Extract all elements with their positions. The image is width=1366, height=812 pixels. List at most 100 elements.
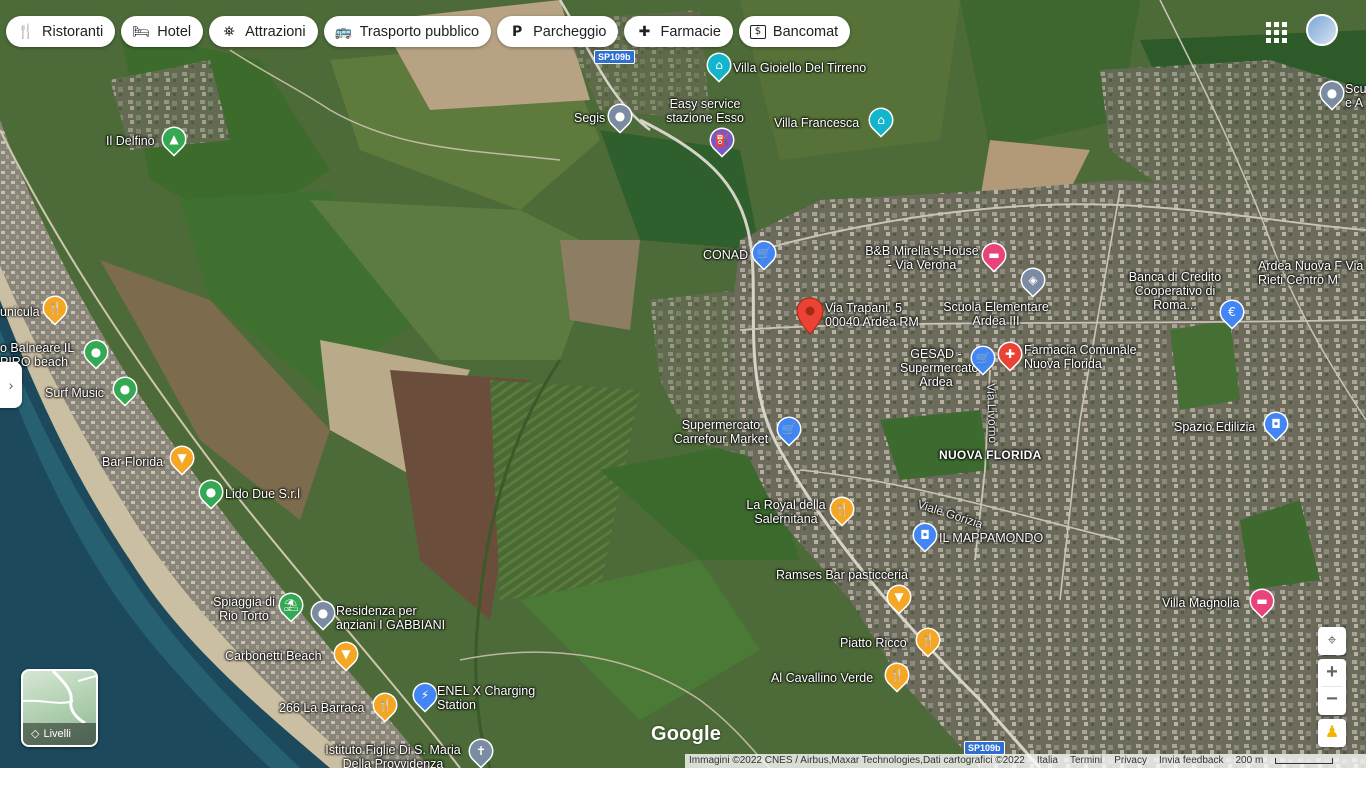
- cafe-pin-carbonetti-beach[interactable]: ▼: [330, 638, 362, 670]
- attraction-pin-villa-gioiello[interactable]: ⌂: [703, 49, 735, 81]
- place-label-funicula[interactable]: unicula: [0, 305, 40, 319]
- place-label-segis[interactable]: Segis: [574, 111, 605, 125]
- privacy-link[interactable]: Privacy: [1114, 754, 1147, 768]
- chip-label: Farmacie: [660, 23, 721, 40]
- generic-pin-segis[interactable]: ●: [604, 100, 636, 132]
- neighborhood-label-nuova-florida[interactable]: NUOVA FLORIDA: [939, 448, 1042, 462]
- park-pin-balneare[interactable]: ●: [80, 336, 112, 368]
- chip-trasporto-pubblico[interactable]: 🚌 Trasporto pubblico: [323, 16, 492, 47]
- road-label-via-livorno: Via Livorno: [984, 383, 1001, 444]
- park-pin-il-delfino[interactable]: ▲: [158, 123, 190, 155]
- place-label-il-delfino[interactable]: Il Delfino: [106, 134, 155, 148]
- generic-pin-scu[interactable]: ●: [1316, 77, 1348, 109]
- hotel-pin-bb-mirella[interactable]: ▬: [978, 239, 1010, 271]
- map-canvas[interactable]: SP109b SP109b Via Livorno Viale Gorizia …: [0, 0, 1366, 768]
- restaurant-pin-funicula[interactable]: 🍴: [39, 292, 71, 324]
- cafe-pin-bar-florida[interactable]: ▼: [166, 442, 198, 474]
- attraction-pin-villa-francesca[interactable]: ⌂: [865, 104, 897, 136]
- place-label-supermercato-carrefour[interactable]: Supermercato Carrefour Market: [667, 418, 775, 446]
- chip-hotel[interactable]: 🛏 Hotel: [121, 16, 204, 47]
- feedback-link[interactable]: Invia feedback: [1159, 754, 1224, 768]
- charging-pin-enel-x[interactable]: ⚡: [409, 679, 441, 711]
- zoom-in-button[interactable]: +: [1318, 659, 1346, 686]
- street-view-pegman-button[interactable]: ♟: [1318, 719, 1346, 747]
- attraction-icon: ⛯: [223, 23, 235, 40]
- parking-icon: P: [511, 23, 523, 40]
- place-label-gesad[interactable]: GESAD - Supermercato Ardea: [900, 347, 979, 389]
- place-label-residenza-gabbiani[interactable]: Residenza per anziani I GABBIANI: [336, 604, 458, 632]
- place-label-bb-mirella[interactable]: B&B Mirella's House - Via Verona: [862, 244, 982, 272]
- account-avatar[interactable]: [1306, 14, 1338, 46]
- zoom-controls: + −: [1318, 659, 1346, 715]
- chip-parcheggio[interactable]: P Parcheggio: [497, 16, 619, 47]
- bank-pin-banca-credito[interactable]: €: [1216, 296, 1248, 328]
- place-label-piatto-ricco[interactable]: Piatto Ricco: [840, 636, 907, 650]
- hotel-pin-villa-magnolia[interactable]: ▬: [1246, 585, 1278, 617]
- church-pin-istituto-figlie[interactable]: ✝: [465, 735, 497, 767]
- beach-icon: ●: [119, 382, 131, 396]
- selected-place-label[interactable]: Via Trapani, 5 00040 Ardea RM: [825, 301, 935, 329]
- place-label-enel-x[interactable]: ENEL X Charging Station: [437, 684, 547, 712]
- cafe-pin-ramses-bar[interactable]: ▼: [883, 581, 915, 613]
- place-label-villa-gioiello[interactable]: Villa Gioiello Del Tirreno: [733, 61, 866, 75]
- place-label-bar-florida[interactable]: Bar Florida: [102, 455, 163, 469]
- place-label-conad[interactable]: CONAD: [703, 248, 748, 262]
- restaurant-pin-al-cavallino[interactable]: 🍴: [881, 659, 913, 691]
- layers-button[interactable]: ◇ Livelli: [21, 669, 98, 747]
- layers-thumbnail-map: [23, 671, 96, 725]
- shopping-pin-spazio-edilizia[interactable]: ◘: [1260, 408, 1292, 440]
- google-logo: Google: [651, 723, 722, 745]
- place-label-easy-service[interactable]: Easy service stazione Esso: [655, 97, 755, 125]
- place-label-la-royal[interactable]: La Royal della Salernitana: [740, 498, 832, 526]
- country-link[interactable]: Italia: [1037, 754, 1058, 768]
- chip-ristoranti[interactable]: 🍴 Ristoranti: [6, 16, 116, 47]
- generic-place-icon: ●: [1326, 86, 1338, 100]
- place-label-spiaggia-rio-torto[interactable]: Spiaggia di Rio Torto: [206, 595, 282, 623]
- chip-attrazioni[interactable]: ⛯ Attrazioni: [209, 16, 318, 47]
- fuel-pin-easy-service[interactable]: ⛽: [706, 124, 738, 156]
- my-location-button[interactable]: ⌖: [1318, 627, 1346, 655]
- shopping-pin-gesad[interactable]: 🛒: [967, 342, 999, 374]
- park-pin-surf-music[interactable]: ●: [109, 373, 141, 405]
- chip-label: Trasporto pubblico: [359, 23, 480, 40]
- selected-location-pin[interactable]: [796, 297, 824, 335]
- place-label-farmacia-comunale[interactable]: Farmacia Comunale Nuova Florida: [1024, 343, 1154, 371]
- terms-link[interactable]: Termini: [1070, 754, 1102, 768]
- restaurant-pin-la-barraca[interactable]: 🍴: [369, 689, 401, 721]
- place-label-carbonetti-beach[interactable]: Carbonetti Beach: [225, 649, 322, 663]
- place-label-istituto-figlie[interactable]: Istituto Figlie Di S. Maria Della Provvi…: [314, 743, 472, 768]
- restaurant-pin-piatto-ricco[interactable]: 🍴: [912, 624, 944, 656]
- shopping-pin-il-mappamondo[interactable]: ◘: [909, 519, 941, 551]
- park-pin-lido-due[interactable]: ●: [195, 476, 227, 508]
- place-label-lido-due[interactable]: Lido Due S.r.l: [225, 487, 300, 501]
- place-label-la-barraca[interactable]: 266 La Barraca: [279, 701, 364, 715]
- shopping-pin-conad[interactable]: 🛒: [748, 237, 780, 269]
- school-icon: ◈: [1028, 273, 1038, 287]
- zoom-out-button[interactable]: −: [1318, 687, 1346, 714]
- school-pin-scuola-elementare[interactable]: ◈: [1017, 264, 1049, 296]
- pharmacy-pin-farmacia-comunale[interactable]: ✚: [994, 338, 1026, 370]
- place-label-villa-francesca[interactable]: Villa Francesca: [774, 116, 859, 130]
- chip-farmacie[interactable]: ✚ Farmacie: [624, 16, 733, 47]
- place-label-villa-magnolia[interactable]: Villa Magnolia: [1162, 596, 1240, 610]
- place-label-ramses-bar[interactable]: Ramses Bar pasticceria: [776, 568, 908, 582]
- place-label-al-cavallino[interactable]: Al Cavallino Verde: [771, 671, 873, 685]
- shopping-pin-carrefour[interactable]: 🛒: [773, 413, 805, 445]
- scale-label[interactable]: 200 m: [1235, 754, 1263, 768]
- place-label-scuola-elementare[interactable]: Scuola Elementare Ardea III: [936, 300, 1056, 328]
- fork-knife-icon: 🍴: [834, 502, 850, 516]
- place-label-ardea-nuova[interactable]: Ardea Nuova F Via Rieti Centro M: [1258, 259, 1366, 287]
- place-label-scu[interactable]: Scu e A: [1345, 82, 1366, 110]
- generic-pin-residenza-gabbiani[interactable]: ●: [307, 597, 339, 629]
- chip-bancomat[interactable]: $ Bancomat: [738, 16, 851, 47]
- place-label-banca-credito[interactable]: Banca di Credito Cooperativo di Roma...: [1115, 270, 1235, 312]
- park-pin-spiaggia-rio-torto[interactable]: ⛱: [275, 589, 307, 621]
- layers-label: ◇ Livelli: [23, 723, 96, 745]
- restaurant-pin-la-royal[interactable]: 🍴: [826, 493, 858, 525]
- place-label-spazio-edilizia[interactable]: Spazio Edilizia: [1174, 420, 1255, 434]
- place-label-surf-music[interactable]: Surf Music: [45, 386, 104, 400]
- place-label-il-mappamondo[interactable]: IL MAPPAMONDO: [939, 531, 1043, 545]
- google-apps-grid-icon[interactable]: [1262, 18, 1290, 46]
- expand-side-panel-button[interactable]: ›: [0, 362, 22, 408]
- fork-knife-icon: 🍴: [920, 633, 936, 647]
